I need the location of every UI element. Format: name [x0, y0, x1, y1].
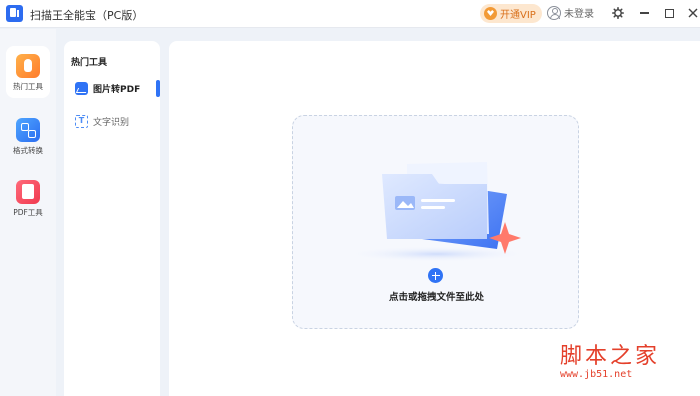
- main-area: 点击或拖拽文件至此处: [169, 41, 700, 396]
- login-label: 未登录: [564, 9, 594, 20]
- maximize-button[interactable]: [661, 5, 677, 21]
- app-logo: [6, 5, 23, 22]
- watermark-title: 脚本之家: [560, 344, 661, 369]
- image-to-pdf-icon: [75, 81, 88, 95]
- nav-label-hot-tools: 热门工具: [13, 82, 43, 91]
- crown-icon: [484, 7, 497, 20]
- format-convert-icon: [16, 118, 40, 142]
- nav-label-pdf-tools: PDF工具: [13, 208, 43, 217]
- gear-icon: [612, 7, 624, 19]
- drop-zone-label: 点击或拖拽文件至此处: [388, 292, 484, 303]
- pdf-tools-icon: [16, 180, 40, 204]
- nav-item-hot-tools[interactable]: 热门工具: [0, 29, 56, 98]
- folder-illustration: [345, 162, 529, 262]
- settings-button[interactable]: [610, 5, 626, 21]
- hot-tools-icon: [16, 54, 40, 78]
- nav-item-format-convert[interactable]: 格式转换: [0, 118, 56, 156]
- ocr-icon: T: [75, 114, 88, 128]
- section-title: 热门工具: [71, 58, 108, 68]
- app-title: 扫描王全能宝（PC版）: [30, 9, 144, 22]
- title-bar: 扫描王全能宝（PC版） 开通VIP 未登录: [0, 0, 700, 28]
- minimize-icon: [639, 12, 649, 14]
- tool-label-ocr: 文字识别: [93, 117, 130, 128]
- tool-item-ocr[interactable]: T 文字识别: [64, 109, 160, 133]
- minimize-button[interactable]: [636, 5, 652, 21]
- close-icon: [688, 8, 698, 18]
- nav-label-format-convert: 格式转换: [13, 146, 43, 155]
- open-vip-button[interactable]: 开通VIP: [480, 4, 542, 23]
- vip-label: 开通VIP: [500, 10, 536, 21]
- left-nav: 热门工具 格式转换 PDF工具: [0, 29, 56, 396]
- tool-item-image-to-pdf[interactable]: 图片转PDF: [64, 76, 160, 100]
- file-drop-zone[interactable]: 点击或拖拽文件至此处: [292, 115, 579, 329]
- watermark-url: www.jb51.net: [560, 369, 633, 380]
- maximize-icon: [664, 8, 674, 18]
- user-icon: [547, 5, 561, 20]
- tool-label-image-to-pdf: 图片转PDF: [93, 84, 141, 95]
- login-button[interactable]: 未登录: [547, 5, 594, 20]
- plus-icon[interactable]: [428, 268, 443, 283]
- nav-item-pdf-tools[interactable]: PDF工具: [0, 180, 56, 218]
- close-button[interactable]: [685, 5, 700, 21]
- tools-panel: 热门工具 图片转PDF T 文字识别: [64, 41, 160, 396]
- site-watermark: 脚本之家 www.jb51.net: [560, 344, 692, 381]
